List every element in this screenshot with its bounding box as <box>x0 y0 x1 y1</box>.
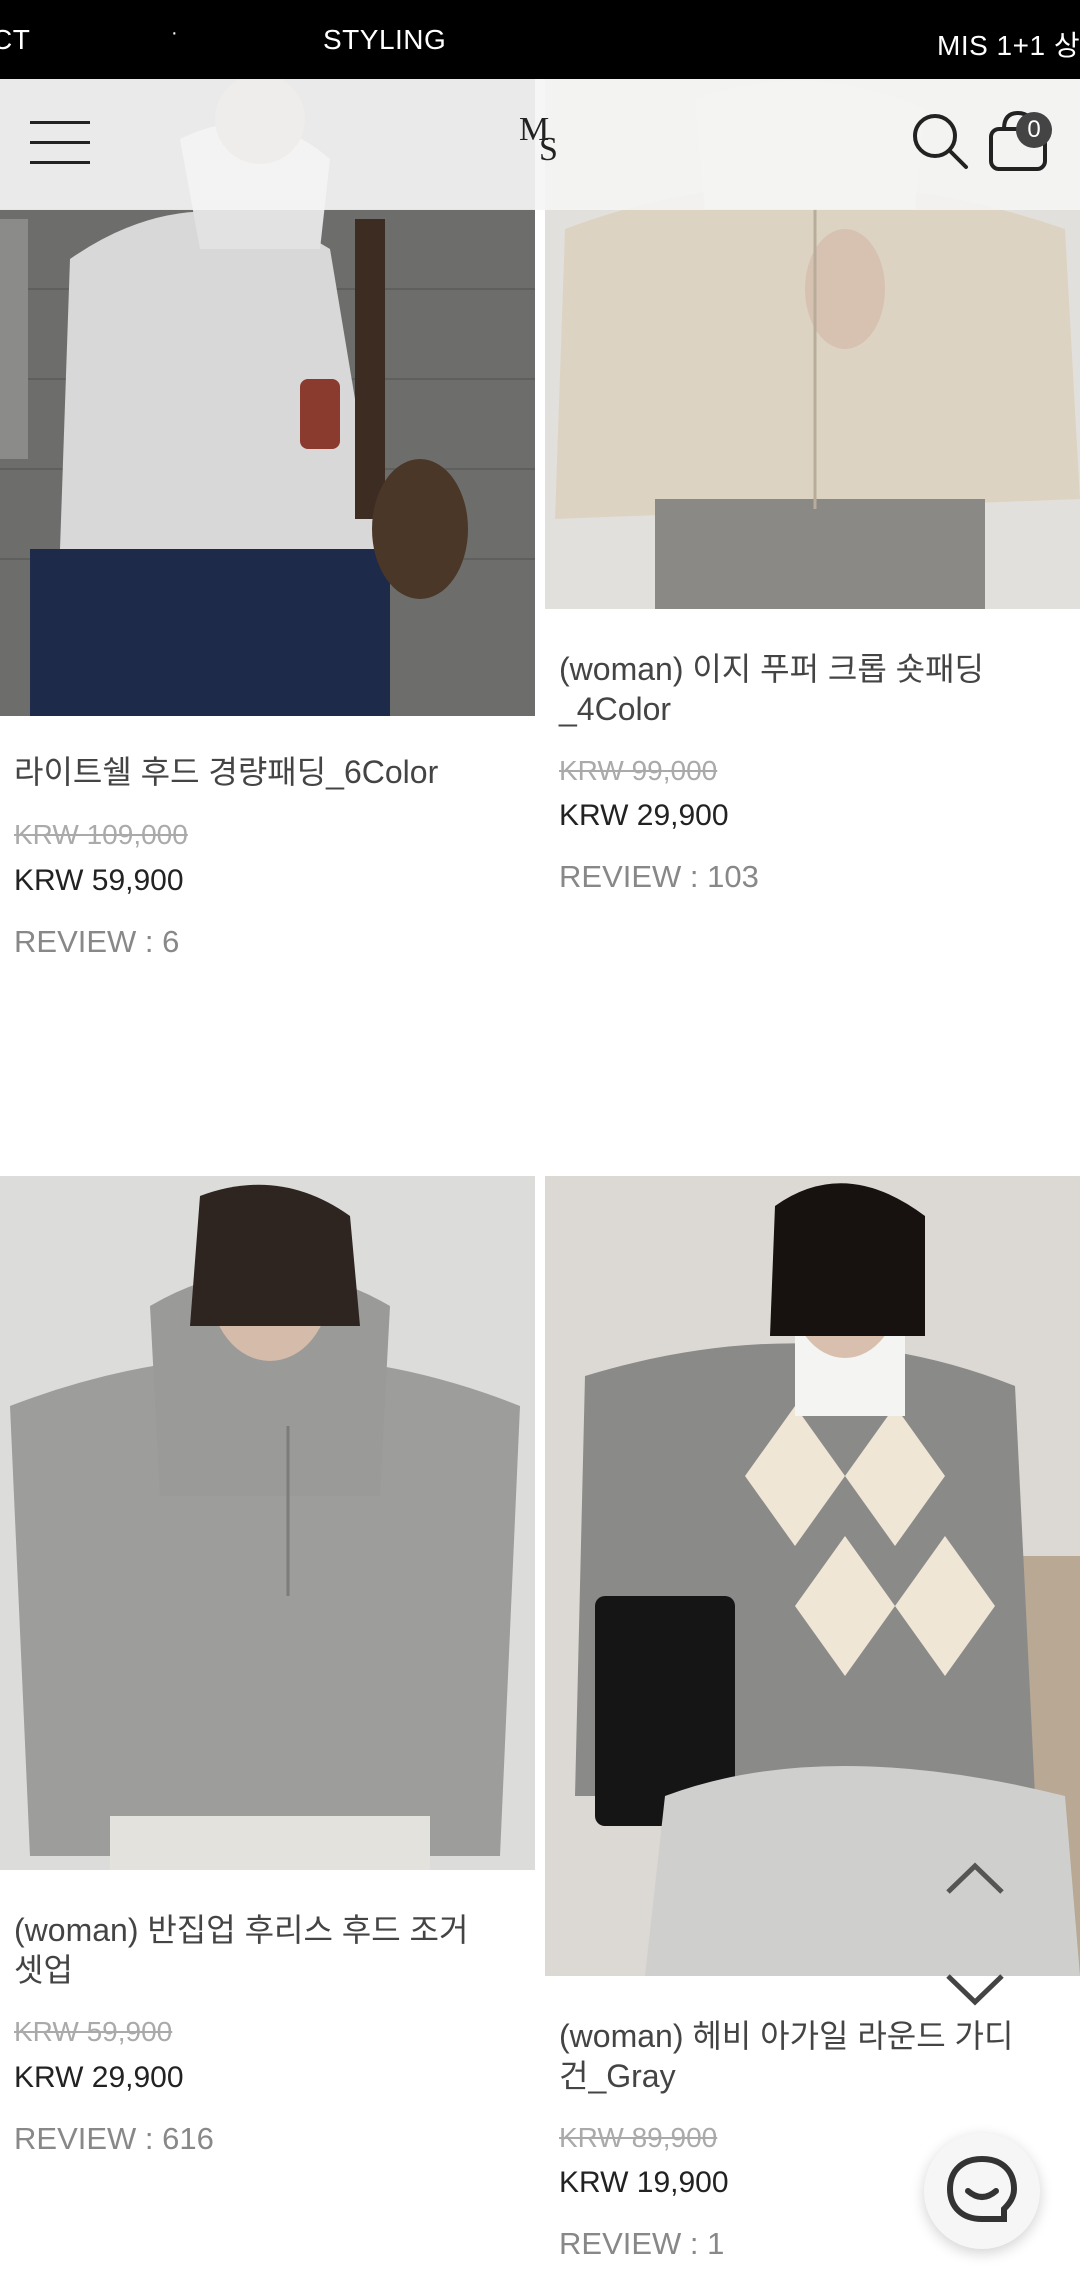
scroll-up-icon[interactable] <box>944 1858 1006 1898</box>
scroll-down-icon[interactable] <box>944 1970 1006 2010</box>
product-name[interactable]: (woman) 이지 푸퍼 크롭 숏패딩_4Color <box>559 649 1019 729</box>
review-count: REVIEW : 1 <box>559 2226 725 2261</box>
original-price: KRW 99,000 <box>559 755 718 786</box>
cart-count-badge[interactable]: 0 <box>1016 112 1052 148</box>
sale-price: KRW 19,900 <box>559 2166 729 2199</box>
search-icon[interactable] <box>910 111 970 171</box>
product-name[interactable]: (woman) 헤비 아가일 라운드 가디건_Gray <box>559 2016 1039 2096</box>
original-price: KRW 109,000 <box>14 819 188 850</box>
marquee-item-styling[interactable]: STYLING <box>323 24 446 56</box>
original-price: KRW 89,900 <box>559 2122 718 2153</box>
marquee-separator: · <box>171 22 179 44</box>
product-name[interactable]: 라이트쉘 후드 경량패딩_6Color <box>14 752 534 792</box>
brand-logo[interactable]: M S <box>513 109 569 169</box>
product-name[interactable]: (woman) 반집업 후리스 후드 조거 셋업 <box>14 1910 494 1990</box>
review-count: REVIEW : 103 <box>559 859 759 894</box>
announcement-bar[interactable]: CT · STYLING MIS 1+1 상품 <box>0 0 1080 79</box>
product-card[interactable]: 라이트쉘 후드 경량패딩_6Color KRW 109,000 KRW 59,9… <box>0 79 535 1029</box>
sale-price: KRW 29,900 <box>559 799 729 832</box>
chat-button[interactable] <box>924 2133 1040 2249</box>
product-card[interactable]: (woman) 반집업 후리스 후드 조거 셋업 KRW 59,900 KRW … <box>0 1176 535 2176</box>
review-count: REVIEW : 616 <box>14 2121 214 2156</box>
product-image[interactable] <box>545 1176 1080 1976</box>
sale-price: KRW 59,900 <box>14 864 184 897</box>
menu-icon[interactable] <box>30 119 90 167</box>
site-header: M S 0 <box>0 79 1080 210</box>
product-card[interactable]: (woman) 헤비 아가일 라운드 가디건_Gray KRW 89,900 K… <box>545 1176 1080 2284</box>
product-card[interactable]: (woman) 이지 푸퍼 크롭 숏패딩_4Color KRW 99,000 K… <box>545 79 1080 959</box>
marquee-item-promo[interactable]: MIS 1+1 상품 <box>937 24 1080 64</box>
sale-price: KRW 29,900 <box>14 2061 184 2094</box>
chat-icon <box>946 2155 1018 2222</box>
review-count: REVIEW : 6 <box>14 924 180 959</box>
original-price: KRW 59,900 <box>14 2016 173 2047</box>
marquee-item[interactable]: CT <box>0 24 30 56</box>
product-image[interactable] <box>0 1176 535 1870</box>
logo-letter: S <box>539 131 558 168</box>
